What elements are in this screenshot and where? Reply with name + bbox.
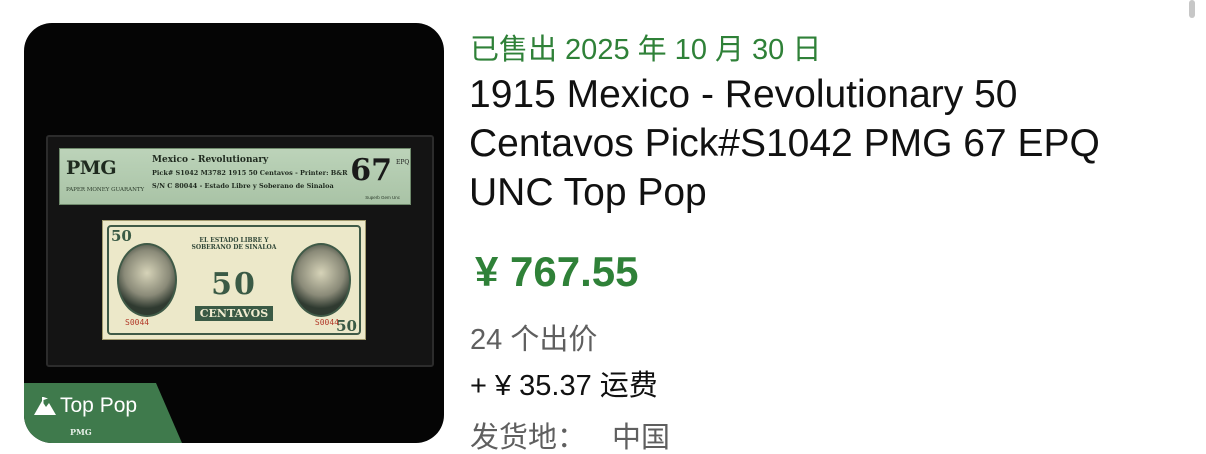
ships-from-value: 中国 [612, 422, 671, 454]
label-line-2: Pick# S1042 M3782 1915 50 Centavos - Pri… [152, 169, 348, 177]
serial-right: S0044 [314, 318, 339, 327]
ships-from: 发货地： 中国 [470, 414, 670, 454]
corner-value-bottom-right: 50 [336, 317, 357, 335]
pmg-logo: PMG [66, 157, 117, 179]
scrollbar[interactable] [1189, 0, 1195, 18]
grade-description: Superb Gem Unc [365, 195, 400, 200]
bid-count: 24 个出价 [470, 324, 598, 356]
top-pop-label: Top Pop [60, 394, 138, 417]
banknote-value: 50 [211, 267, 257, 302]
mountain-icon [34, 397, 56, 415]
shipping-cost: + ¥ 35.37 运费 [470, 370, 658, 402]
sold-price: ¥ 767.55 [475, 248, 639, 295]
top-pop-badge: Top Pop PMG [24, 383, 182, 443]
grade-suffix: EPQ [396, 159, 410, 166]
banknote: 50 50 EL ESTADO LIBRE Y SOBERANO DE SINA… [102, 220, 366, 340]
label-line-3: S/N C 80044 - Estado Libre y Soberano de… [152, 182, 334, 190]
ships-from-label: 发货地： [470, 422, 587, 454]
sold-date: 已售出 2025 年 10 月 30 日 [470, 34, 822, 66]
portrait-right [291, 243, 351, 317]
corner-value-top-left: 50 [111, 227, 132, 245]
banknote-issuer: EL ESTADO LIBRE Y SOBERANO DE SINALOA [191, 237, 277, 251]
grade-number: 67 [350, 153, 392, 188]
top-pop-brand: PMG [70, 427, 92, 437]
label-line-1: Mexico - Revolutionary [152, 155, 269, 165]
portrait-left [117, 243, 177, 317]
listing-image[interactable]: PMG PAPER MONEY GUARANTY Mexico - Revolu… [24, 23, 444, 443]
banknote-denomination: CENTAVOS [194, 306, 274, 321]
serial-left: S0044 [125, 318, 150, 327]
pmg-grading-label: PMG PAPER MONEY GUARANTY Mexico - Revolu… [59, 148, 411, 205]
pmg-logo-subtitle: PAPER MONEY GUARANTY [66, 187, 145, 193]
banknote-center: EL ESTADO LIBRE Y SOBERANO DE SINALOA 50… [187, 235, 281, 325]
listing-title[interactable]: 1915 Mexico - Revolutionary 50 Centavos … [469, 70, 1184, 217]
